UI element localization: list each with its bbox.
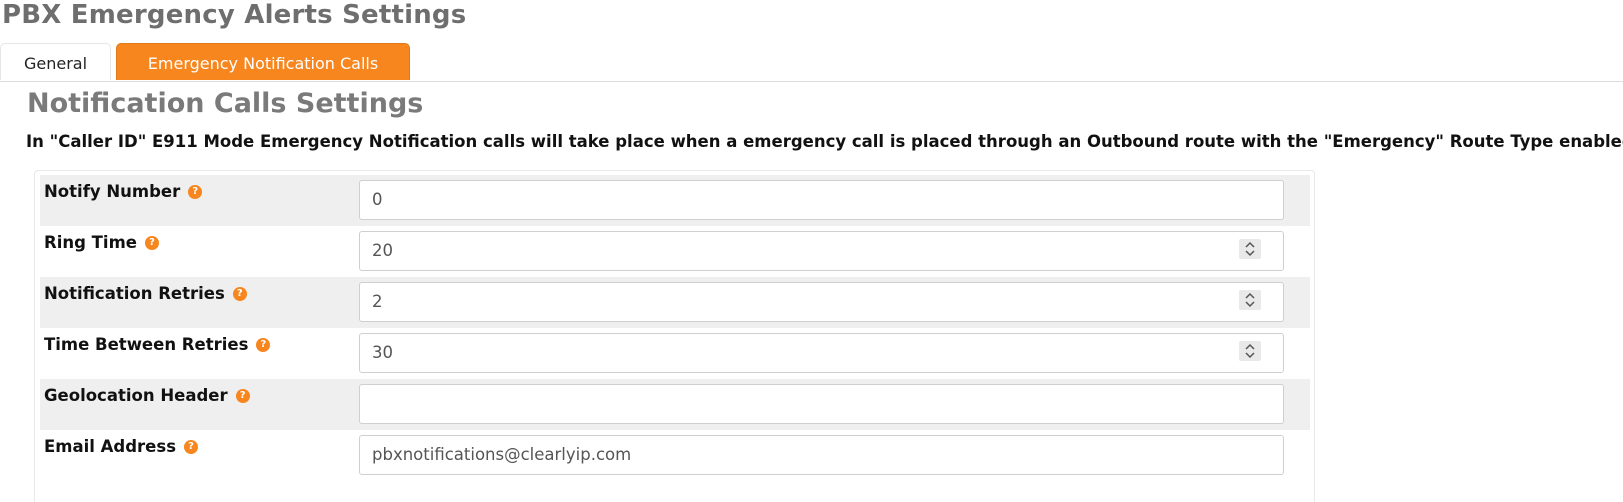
up-down-spinner-icon[interactable] (1239, 239, 1261, 259)
help-icon[interactable]: ? (256, 337, 271, 352)
up-down-spinner-icon[interactable] (1239, 341, 1261, 361)
help-icon[interactable]: ? (144, 235, 159, 250)
section-description: In "Caller ID" E911 Mode Emergency Notif… (26, 132, 1623, 151)
up-down-spinner-icon[interactable] (1239, 290, 1261, 310)
field-label: Geolocation Header ? (44, 386, 250, 405)
notification-retries-input[interactable] (359, 282, 1284, 322)
page-title: PBX Emergency Alerts Settings (2, 0, 467, 30)
form-row-email-address: Email Address ? (40, 430, 1310, 481)
form-row-ring-time: Ring Time ? (40, 226, 1310, 277)
form-row-time-between-retries: Time Between Retries ? (40, 328, 1310, 379)
field-label: Time Between Retries ? (44, 335, 271, 354)
form-row-notification-retries: Notification Retries ? (40, 277, 1310, 328)
time-between-retries-label: Time Between Retries (44, 335, 249, 354)
field-label: Ring Time ? (44, 233, 159, 252)
help-icon[interactable]: ? (232, 286, 247, 301)
ring-time-label: Ring Time (44, 233, 137, 252)
notify-number-label: Notify Number (44, 182, 181, 201)
notification-retries-label: Notification Retries (44, 284, 225, 303)
form-row-notify-number: Notify Number ? (40, 175, 1310, 226)
help-icon[interactable]: ? (188, 184, 203, 199)
tab-general[interactable]: General (0, 43, 111, 80)
field-label: Notification Retries ? (44, 284, 247, 303)
tab-bar: General Emergency Notification Calls (0, 43, 1623, 82)
ring-time-input[interactable] (359, 231, 1284, 271)
tab-emergency-notification-calls[interactable]: Emergency Notification Calls (116, 43, 410, 80)
geolocation-header-label: Geolocation Header (44, 386, 228, 405)
field-label: Email Address ? (44, 437, 199, 456)
section-title: Notification Calls Settings (27, 88, 424, 119)
email-address-input[interactable] (359, 435, 1284, 475)
field-label: Notify Number ? (44, 182, 203, 201)
email-address-label: Email Address (44, 437, 177, 456)
help-icon[interactable]: ? (184, 439, 199, 454)
notify-number-input[interactable] (359, 180, 1284, 220)
form-row-geolocation-header: Geolocation Header ? (40, 379, 1310, 430)
time-between-retries-input[interactable] (359, 333, 1284, 373)
geolocation-header-input[interactable] (359, 384, 1284, 424)
help-icon[interactable]: ? (235, 388, 250, 403)
